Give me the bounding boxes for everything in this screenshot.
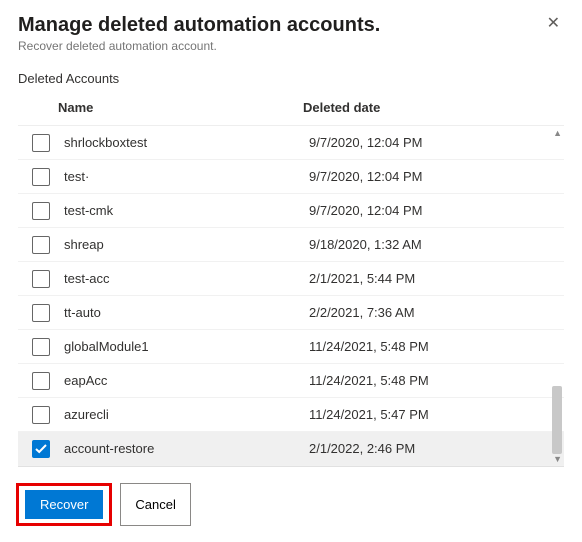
scroll-down-icon[interactable]: ▼ [553, 454, 562, 464]
row-name: test-acc [64, 271, 309, 286]
row-checkbox[interactable] [32, 236, 50, 254]
col-header-date[interactable]: Deleted date [303, 100, 564, 115]
row-checkbox[interactable] [32, 338, 50, 356]
scroll-up-icon[interactable]: ▲ [553, 128, 562, 138]
section-label: Deleted Accounts [18, 71, 564, 86]
row-date: 9/18/2020, 1:32 AM [309, 237, 564, 252]
row-name: globalModule1 [64, 339, 309, 354]
row-date: 11/24/2021, 5:48 PM [309, 339, 564, 354]
row-date: 2/1/2022, 2:46 PM [309, 441, 564, 456]
row-name: eapAcc [64, 373, 309, 388]
row-date: 2/1/2021, 5:44 PM [309, 271, 564, 286]
row-checkbox[interactable] [32, 134, 50, 152]
row-name: test· [64, 169, 309, 184]
panel-subtitle: Recover deleted automation account. [18, 39, 380, 53]
row-name: azurecli [64, 407, 309, 422]
row-checkbox[interactable] [32, 406, 50, 424]
row-checkbox[interactable] [32, 202, 50, 220]
row-checkbox[interactable] [32, 304, 50, 322]
table-row[interactable]: eapAcc11/24/2021, 5:48 PM [18, 364, 564, 398]
row-name: tt-auto [64, 305, 309, 320]
cancel-button[interactable]: Cancel [120, 483, 190, 526]
row-checkbox[interactable] [32, 168, 50, 186]
row-date: 2/2/2021, 7:36 AM [309, 305, 564, 320]
row-checkbox[interactable] [32, 440, 50, 458]
table-row[interactable]: test·9/7/2020, 12:04 PM [18, 160, 564, 194]
col-header-name[interactable]: Name [58, 100, 303, 115]
table-row[interactable]: test-acc2/1/2021, 5:44 PM [18, 262, 564, 296]
table-row[interactable]: globalModule111/24/2021, 5:48 PM [18, 330, 564, 364]
table-row[interactable]: tt-auto2/2/2021, 7:36 AM [18, 296, 564, 330]
row-checkbox[interactable] [32, 270, 50, 288]
recover-highlight: Recover [16, 483, 112, 526]
row-name: account-restore [64, 441, 309, 456]
scrollbar-thumb[interactable] [552, 386, 562, 454]
table-row[interactable]: azurecli11/24/2021, 5:47 PM [18, 398, 564, 432]
recover-button[interactable]: Recover [25, 490, 103, 519]
accounts-list[interactable]: shrlockboxtest9/7/2020, 12:04 PMtest·9/7… [18, 126, 564, 466]
table-row[interactable]: shreap9/18/2020, 1:32 AM [18, 228, 564, 262]
table-row[interactable]: shrlockboxtest9/7/2020, 12:04 PM [18, 126, 564, 160]
table-row[interactable]: test-cmk9/7/2020, 12:04 PM [18, 194, 564, 228]
table-header: Name Deleted date [18, 94, 564, 125]
row-date: 11/24/2021, 5:48 PM [309, 373, 564, 388]
table-row[interactable]: account-restore2/1/2022, 2:46 PM [18, 432, 564, 466]
row-name: test-cmk [64, 203, 309, 218]
row-name: shreap [64, 237, 309, 252]
panel-title: Manage deleted automation accounts. [18, 14, 380, 37]
row-date: 9/7/2020, 12:04 PM [309, 169, 564, 184]
row-date: 9/7/2020, 12:04 PM [309, 203, 564, 218]
row-checkbox[interactable] [32, 372, 50, 390]
row-date: 9/7/2020, 12:04 PM [309, 135, 564, 150]
close-icon[interactable]: ✕ [543, 14, 564, 34]
row-name: shrlockboxtest [64, 135, 309, 150]
row-date: 11/24/2021, 5:47 PM [309, 407, 564, 422]
